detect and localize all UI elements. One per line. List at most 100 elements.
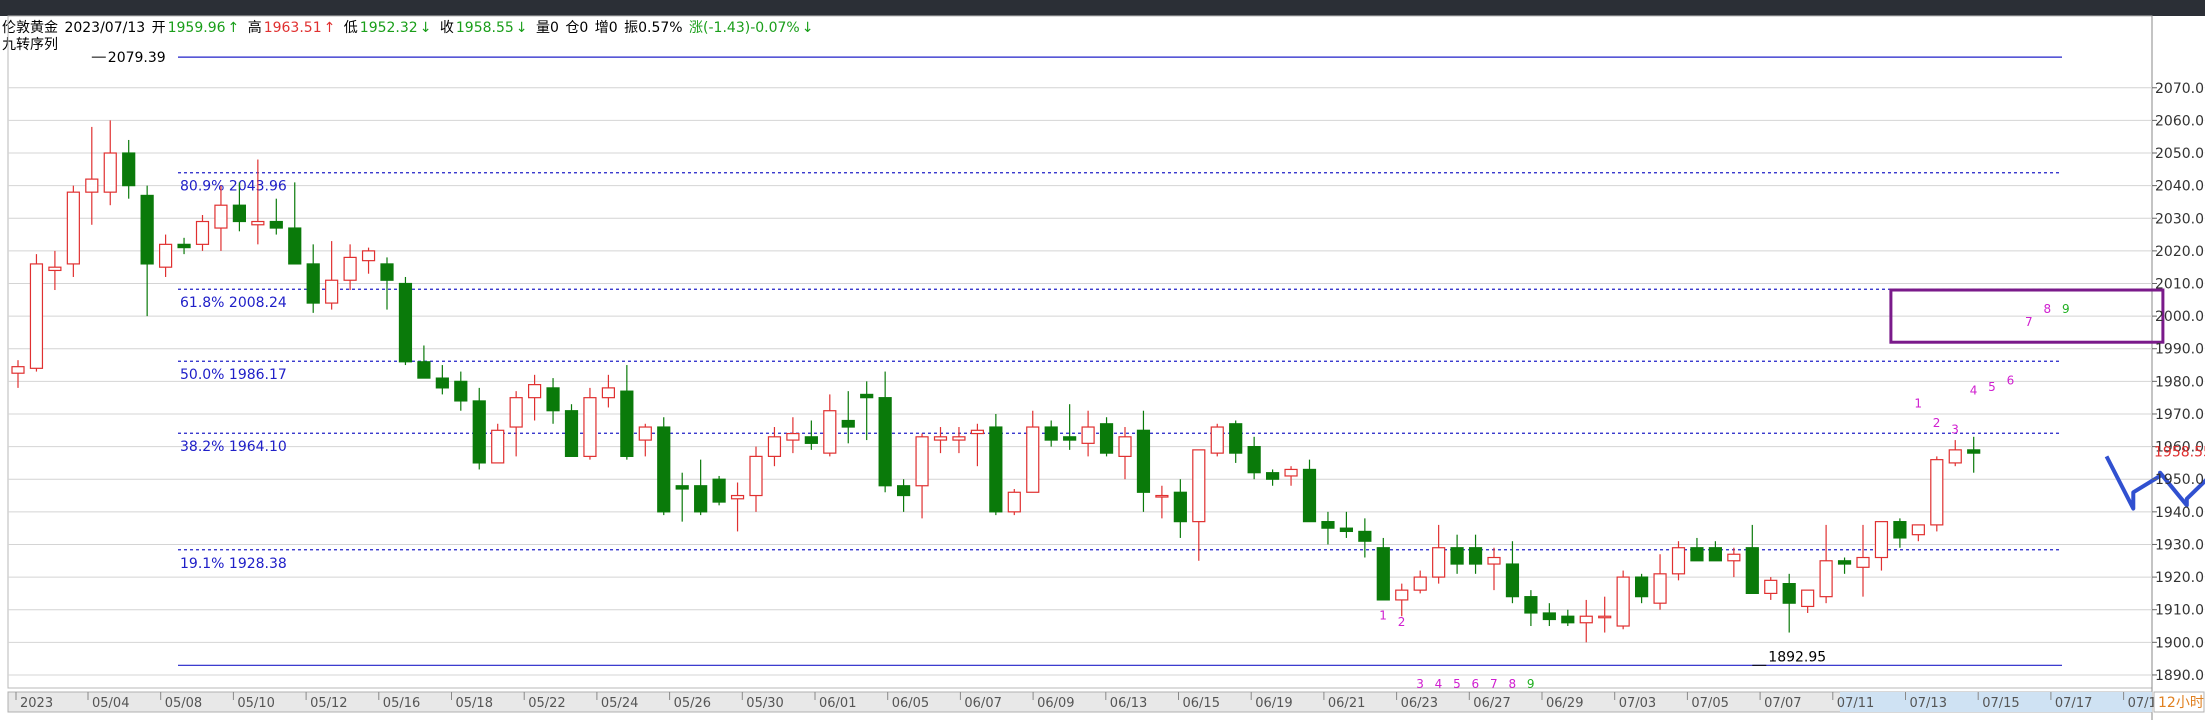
candle-down [380, 263, 394, 281]
candle-up [1856, 556, 1870, 568]
candle-up [103, 152, 117, 193]
candle-up [251, 220, 265, 226]
candle-up [767, 436, 782, 457]
sequence-number: 5 [1988, 380, 1996, 394]
x-axis: 2023 05/04 05/08 05/10 05/12 05/16 05/18 05/22 0… [7, 691, 2205, 713]
y-tick-label: 2020.00 [2155, 244, 2205, 260]
candle-up [1026, 426, 1040, 493]
candle-down [1247, 446, 1261, 474]
y-tick-label: 2010.00 [2155, 276, 2205, 292]
candle-up [1413, 576, 1427, 591]
candlestick-chart[interactable]: 80.9% 2043.96 61.8% 2008.24 50.0% 1986.17 3… [0, 0, 2205, 721]
candles: 2079.39 1892.95 [11, 50, 1981, 666]
x-tick-label: 05/22 [528, 696, 565, 711]
candle-down [878, 397, 892, 487]
x-tick-label: 07/13 [1910, 696, 1947, 711]
x-tick-label: 07/11 [1837, 696, 1874, 711]
candle-down [1136, 429, 1151, 493]
sequence-number: 7 [2025, 315, 2033, 329]
candle-down [1063, 436, 1077, 441]
candle-down [1561, 615, 1575, 624]
y-tick-label: 1940.00 [2155, 505, 2205, 521]
candle-down [435, 377, 449, 389]
candle-up [66, 191, 80, 265]
y-tick-label: 2000.00 [2155, 309, 2205, 325]
candle-up [159, 243, 173, 268]
x-tick-label: 07/17 [2055, 696, 2092, 711]
candle-down [454, 380, 468, 402]
candle-down [269, 220, 283, 229]
x-tick-label: 05/16 [383, 696, 420, 711]
sequence-number: 1 [1914, 396, 1922, 410]
candle-up [1432, 547, 1446, 578]
sequence-number: 7 [1490, 677, 1498, 691]
sequence-number: 1 [1379, 608, 1387, 622]
candle-up [214, 204, 228, 229]
candle-down [1376, 547, 1390, 601]
candle-up [48, 266, 62, 272]
x-tick-label: 05/08 [165, 696, 202, 711]
candle-up [1616, 576, 1630, 627]
candle-up [1911, 524, 1925, 536]
candle-down [122, 152, 136, 187]
x-tick-label: 07/03 [1619, 696, 1656, 711]
sequence-number: 2 [1933, 416, 1941, 430]
candle-up [823, 410, 837, 454]
candle-up [915, 436, 929, 487]
x-tick-label: 06/13 [1110, 696, 1147, 711]
candle-down [1967, 449, 1981, 454]
candle-up [1819, 560, 1833, 598]
candle-up [509, 397, 523, 428]
fib-label: 19.1% 1928.38 [180, 556, 287, 572]
candle-up [491, 429, 505, 464]
candle-down [177, 243, 191, 249]
x-tick-label: 06/27 [1473, 696, 1510, 711]
y-tick-label: 1900.00 [2155, 635, 2205, 651]
y-tick-label: 1920.00 [2155, 570, 2205, 586]
candle-down [657, 426, 671, 513]
candle-down [288, 227, 302, 265]
candle-up [1192, 449, 1206, 523]
candle-up [1284, 468, 1298, 477]
candle-up [1930, 459, 1944, 526]
candle-up [1671, 547, 1686, 575]
y-axis: 2070.00 2060.00 2050.00 2040.00 2030.00 2020.… [2152, 81, 2205, 684]
x-tick-label: 05/10 [237, 696, 274, 711]
sequence-number: 9 [1527, 677, 1535, 691]
candle-up [1155, 494, 1169, 498]
candle-up [1118, 436, 1132, 457]
projection-arrow-path [2104, 455, 2205, 511]
candle-up [730, 494, 745, 500]
candle-down [1339, 527, 1354, 533]
candle-down [1893, 521, 1907, 539]
last-price-tag: 1958.55 [2154, 444, 2205, 460]
x-tick-label: 05/26 [674, 696, 711, 711]
candle-up [1487, 556, 1501, 565]
candle-down [1450, 547, 1464, 565]
candle-up [786, 432, 800, 441]
candle-up [1007, 491, 1021, 513]
fib-lines: 80.9% 2043.96 61.8% 2008.24 50.0% 1986.17 3… [178, 56, 2062, 666]
x-tick-label: 06/29 [1546, 696, 1583, 711]
candle-up [952, 436, 966, 441]
candle-down [306, 263, 320, 304]
candle-down [1782, 583, 1796, 604]
x-tick-label: 05/24 [601, 696, 638, 711]
candle-down [1099, 423, 1114, 454]
candle-down [989, 426, 1003, 513]
x-tick-label: 05/30 [746, 696, 783, 711]
extreme-label: 1892.95 [1768, 649, 1826, 665]
candle-down [1229, 423, 1243, 454]
candle-down [140, 194, 154, 265]
candle-up [749, 455, 763, 497]
candle-down [694, 485, 708, 513]
x-tick-label: 07/07 [1764, 696, 1801, 711]
y-tick-label: 2040.00 [2155, 179, 2205, 195]
x-tick-label: 06/19 [1255, 696, 1292, 711]
y-tick-label: 1910.00 [2155, 603, 2205, 619]
period-label: 12小时 [2158, 695, 2204, 711]
candle-up [1081, 426, 1095, 444]
candle-down [1690, 547, 1704, 562]
candle-down [1468, 547, 1483, 565]
candle-down [1173, 491, 1187, 523]
